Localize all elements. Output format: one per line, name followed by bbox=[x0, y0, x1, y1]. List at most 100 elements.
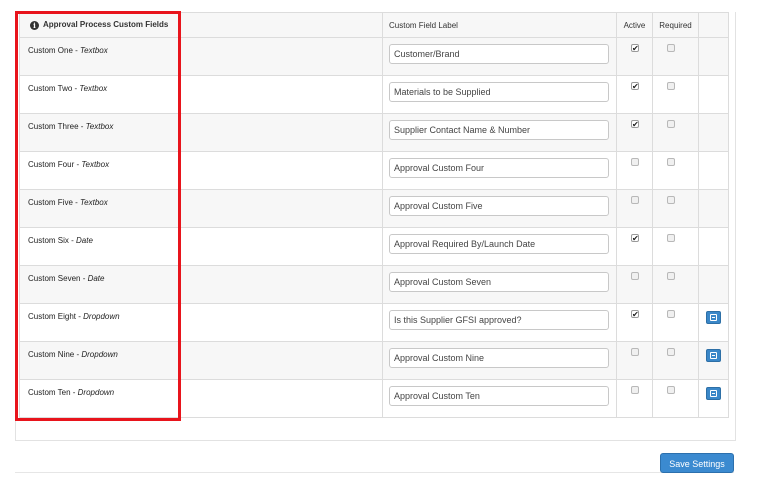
field-label-input[interactable] bbox=[389, 120, 609, 140]
field-label-input[interactable] bbox=[389, 272, 609, 292]
field-label-input[interactable] bbox=[389, 44, 609, 64]
required-checkbox[interactable] bbox=[667, 44, 675, 52]
field-label-input[interactable] bbox=[389, 196, 609, 216]
active-cell: ✔ bbox=[616, 303, 653, 342]
active-checkbox[interactable]: ✔ bbox=[631, 44, 639, 53]
field-name-text: Custom Five bbox=[28, 198, 73, 207]
actions-cell bbox=[698, 151, 729, 190]
edit-list-icon bbox=[710, 352, 717, 359]
field-name-cell: Custom Four - Textbox bbox=[19, 151, 383, 190]
header-custom-field-label: Custom Field Label bbox=[382, 12, 617, 38]
field-label-cell bbox=[382, 113, 617, 152]
field-name: Custom Eight - Dropdown bbox=[20, 304, 382, 321]
field-name-text: Custom Ten bbox=[28, 388, 71, 397]
field-name-cell: Custom Five - Textbox bbox=[19, 189, 383, 228]
table-row: Custom Six - Date ✔ bbox=[19, 227, 729, 266]
field-type-text: Textbox bbox=[80, 46, 108, 55]
active-checkbox[interactable] bbox=[631, 386, 639, 394]
active-checkbox[interactable] bbox=[631, 196, 639, 204]
active-cell: ✔ bbox=[616, 113, 653, 152]
field-separator: - bbox=[80, 274, 88, 283]
footer-divider bbox=[15, 472, 734, 473]
edit-list-icon bbox=[710, 314, 717, 321]
field-name: Custom Five - Textbox bbox=[20, 190, 382, 207]
field-name-text: Custom Eight bbox=[28, 312, 77, 321]
field-name: Custom Six - Date bbox=[20, 228, 382, 245]
field-name: Custom Four - Textbox bbox=[20, 152, 382, 169]
required-cell bbox=[652, 303, 699, 342]
actions-cell bbox=[698, 379, 729, 418]
field-label-input[interactable] bbox=[389, 234, 609, 254]
edit-options-button[interactable] bbox=[706, 387, 721, 400]
field-type-text: Textbox bbox=[79, 84, 108, 93]
required-cell bbox=[652, 113, 699, 152]
required-cell bbox=[652, 379, 699, 418]
field-label-input[interactable] bbox=[389, 82, 609, 102]
field-name: Custom Seven - Date bbox=[20, 266, 382, 283]
field-type-text: Dropdown bbox=[83, 312, 120, 321]
field-name-cell: Custom One - Textbox bbox=[19, 37, 383, 76]
header-custom-fields-text: Approval Process Custom Fields bbox=[43, 20, 169, 29]
active-cell bbox=[616, 379, 653, 418]
required-cell bbox=[652, 75, 699, 114]
active-checkbox[interactable]: ✔ bbox=[631, 234, 639, 243]
field-label-cell bbox=[382, 189, 617, 228]
required-checkbox[interactable] bbox=[667, 272, 675, 280]
header-actions bbox=[698, 12, 729, 38]
header-active: Active bbox=[616, 12, 653, 38]
actions-cell bbox=[698, 75, 729, 114]
actions-cell bbox=[698, 265, 729, 304]
active-checkbox[interactable]: ✔ bbox=[631, 120, 639, 129]
field-label-input[interactable] bbox=[389, 158, 609, 178]
active-cell: ✔ bbox=[616, 75, 653, 114]
actions-cell bbox=[698, 341, 729, 380]
field-label-input[interactable] bbox=[389, 348, 609, 368]
field-name-cell: Custom Three - Textbox bbox=[19, 113, 383, 152]
field-name-text: Custom Four bbox=[28, 160, 75, 169]
active-cell: ✔ bbox=[616, 227, 653, 266]
field-type-text: Textbox bbox=[80, 198, 108, 207]
required-checkbox[interactable] bbox=[667, 82, 675, 90]
field-name: Custom Two - Textbox bbox=[20, 76, 382, 93]
required-checkbox[interactable] bbox=[667, 234, 675, 242]
field-separator: - bbox=[78, 122, 86, 131]
field-name-cell: Custom Eight - Dropdown bbox=[19, 303, 383, 342]
custom-fields-table: i Approval Process Custom Fields Custom F… bbox=[19, 12, 729, 418]
save-settings-button[interactable]: Save Settings bbox=[660, 453, 734, 473]
required-checkbox[interactable] bbox=[667, 158, 675, 166]
active-checkbox[interactable]: ✔ bbox=[631, 310, 639, 319]
required-checkbox[interactable] bbox=[667, 386, 675, 394]
header-required: Required bbox=[652, 12, 699, 38]
table-row: Custom Eight - Dropdown ✔ bbox=[19, 303, 729, 342]
active-checkbox[interactable]: ✔ bbox=[631, 82, 639, 91]
table-row: Custom Ten - Dropdown bbox=[19, 379, 729, 418]
required-checkbox[interactable] bbox=[667, 196, 675, 204]
required-cell bbox=[652, 151, 699, 190]
field-label-input[interactable] bbox=[389, 386, 609, 406]
active-checkbox[interactable] bbox=[631, 158, 639, 166]
edit-options-button[interactable] bbox=[706, 349, 721, 362]
field-label-cell bbox=[382, 75, 617, 114]
required-checkbox[interactable] bbox=[667, 310, 675, 318]
table-row: Custom Two - Textbox ✔ bbox=[19, 75, 729, 114]
field-separator: - bbox=[72, 46, 81, 55]
edit-options-button[interactable] bbox=[706, 311, 721, 324]
actions-cell bbox=[698, 37, 729, 76]
field-label-cell bbox=[382, 379, 617, 418]
header-custom-fields: i Approval Process Custom Fields bbox=[19, 12, 383, 38]
field-label-input[interactable] bbox=[389, 310, 609, 330]
field-name-cell: Custom Six - Date bbox=[19, 227, 383, 266]
table-row: Custom Three - Textbox ✔ bbox=[19, 113, 729, 152]
field-separator: - bbox=[72, 198, 81, 207]
field-name: Custom One - Textbox bbox=[20, 38, 382, 55]
edit-list-icon bbox=[710, 390, 717, 397]
required-checkbox[interactable] bbox=[667, 348, 675, 356]
active-checkbox[interactable] bbox=[631, 348, 639, 356]
active-cell bbox=[616, 189, 653, 228]
active-checkbox[interactable] bbox=[631, 272, 639, 280]
field-name: Custom Ten - Dropdown bbox=[20, 380, 382, 397]
required-checkbox[interactable] bbox=[667, 120, 675, 128]
required-cell bbox=[652, 227, 699, 266]
table-body: Custom One - Textbox✔Custom Two - Textbo… bbox=[19, 37, 729, 418]
field-label-cell bbox=[382, 265, 617, 304]
